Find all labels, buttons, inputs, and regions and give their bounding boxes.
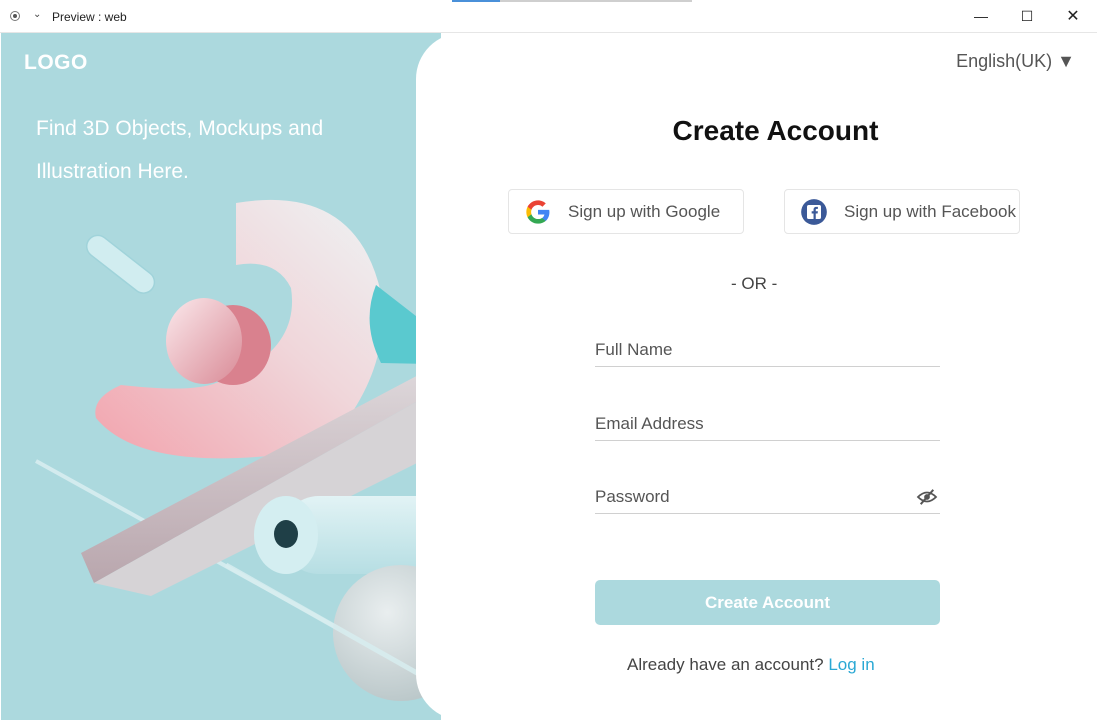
chevron-down-icon[interactable]: ⌄ (33, 9, 41, 20)
window-titlebar: ⌄ Preview : web — ☐ ✕ (0, 0, 1097, 33)
left-hero-panel: LOGO Find 3D Objects, Mockups and Illust… (1, 33, 495, 720)
glass-tube (85, 234, 156, 294)
email-input[interactable] (595, 407, 940, 440)
email-field (595, 407, 940, 441)
login-prompt: Already have an account? Log in (627, 655, 875, 675)
signup-panel: English(UK) ▼ Create Account Sign up wit… (416, 33, 1097, 720)
language-selector[interactable]: English(UK) ▼ (956, 51, 1075, 72)
login-link[interactable]: Log in (828, 655, 874, 674)
or-separator: - OR - (731, 274, 778, 293)
password-input[interactable] (595, 480, 940, 513)
titlebar-accent (452, 0, 500, 2)
google-signup-button[interactable]: Sign up with Google (508, 189, 744, 234)
titlebar-accent (500, 0, 692, 2)
google-icon (526, 199, 550, 224)
maximize-button[interactable]: ☐ (1004, 0, 1050, 33)
tube-hole (274, 520, 298, 548)
login-prompt-text: Already have an account? (627, 655, 824, 674)
close-button[interactable]: ✕ (1050, 0, 1096, 33)
full-name-input[interactable] (595, 333, 940, 366)
google-signup-label: Sign up with Google (568, 201, 721, 221)
pink-cylinder-face (166, 298, 242, 384)
record-icon[interactable] (10, 11, 20, 21)
create-account-button[interactable]: Create Account (595, 580, 940, 625)
facebook-signup-button[interactable]: Sign up with Facebook (784, 189, 1020, 234)
password-field (595, 480, 940, 514)
page-title: Create Account (672, 115, 879, 146)
minimize-button[interactable]: — (958, 0, 1004, 33)
window-title: Preview : web (52, 10, 127, 24)
facebook-signup-label: Sign up with Facebook (844, 201, 1016, 221)
full-name-field (595, 333, 940, 367)
facebook-icon (801, 198, 827, 225)
eye-slash-icon[interactable] (916, 488, 938, 506)
